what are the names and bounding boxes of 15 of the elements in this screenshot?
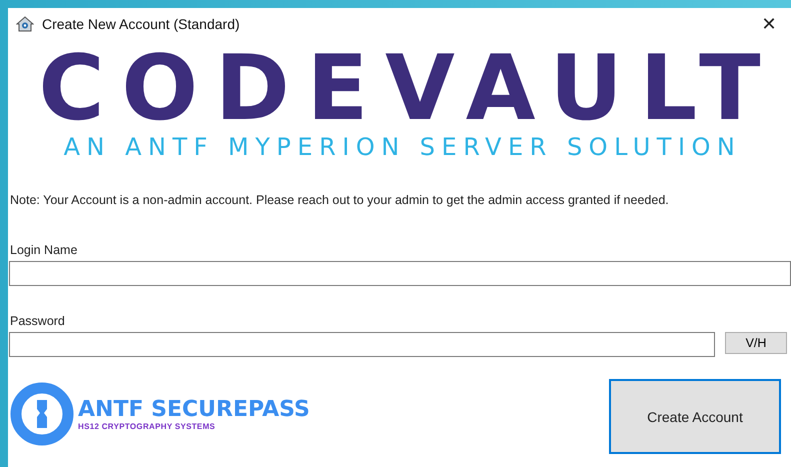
house-icon [16, 15, 34, 33]
close-button[interactable]: ✕ [747, 8, 791, 40]
logo-subtitle: AN ANTF MYPERION SERVER SOLUTION [64, 134, 742, 160]
window-title: Create New Account (Standard) [42, 16, 241, 32]
input-field[interactable] [9, 332, 715, 357]
note-text: Note: Your Account is a non-admin account. Please reach out to your admin to get the admin access granted if needed. [10, 193, 670, 207]
brand-name: ANTF SECUREPASS [78, 398, 310, 422]
logo-title: CODEVAULT [38, 48, 778, 130]
create-account-button[interactable]: Create Account [609, 379, 781, 454]
input-field[interactable] [9, 261, 791, 286]
field-label: Login Name [10, 243, 78, 257]
keyhole-icon [10, 382, 74, 446]
field-label: Password [10, 314, 66, 328]
visibility-toggle-button[interactable]: V/H [725, 332, 787, 354]
brand-tagline: HS12 CRYPTOGRAPHY SYSTEMS [78, 422, 216, 430]
